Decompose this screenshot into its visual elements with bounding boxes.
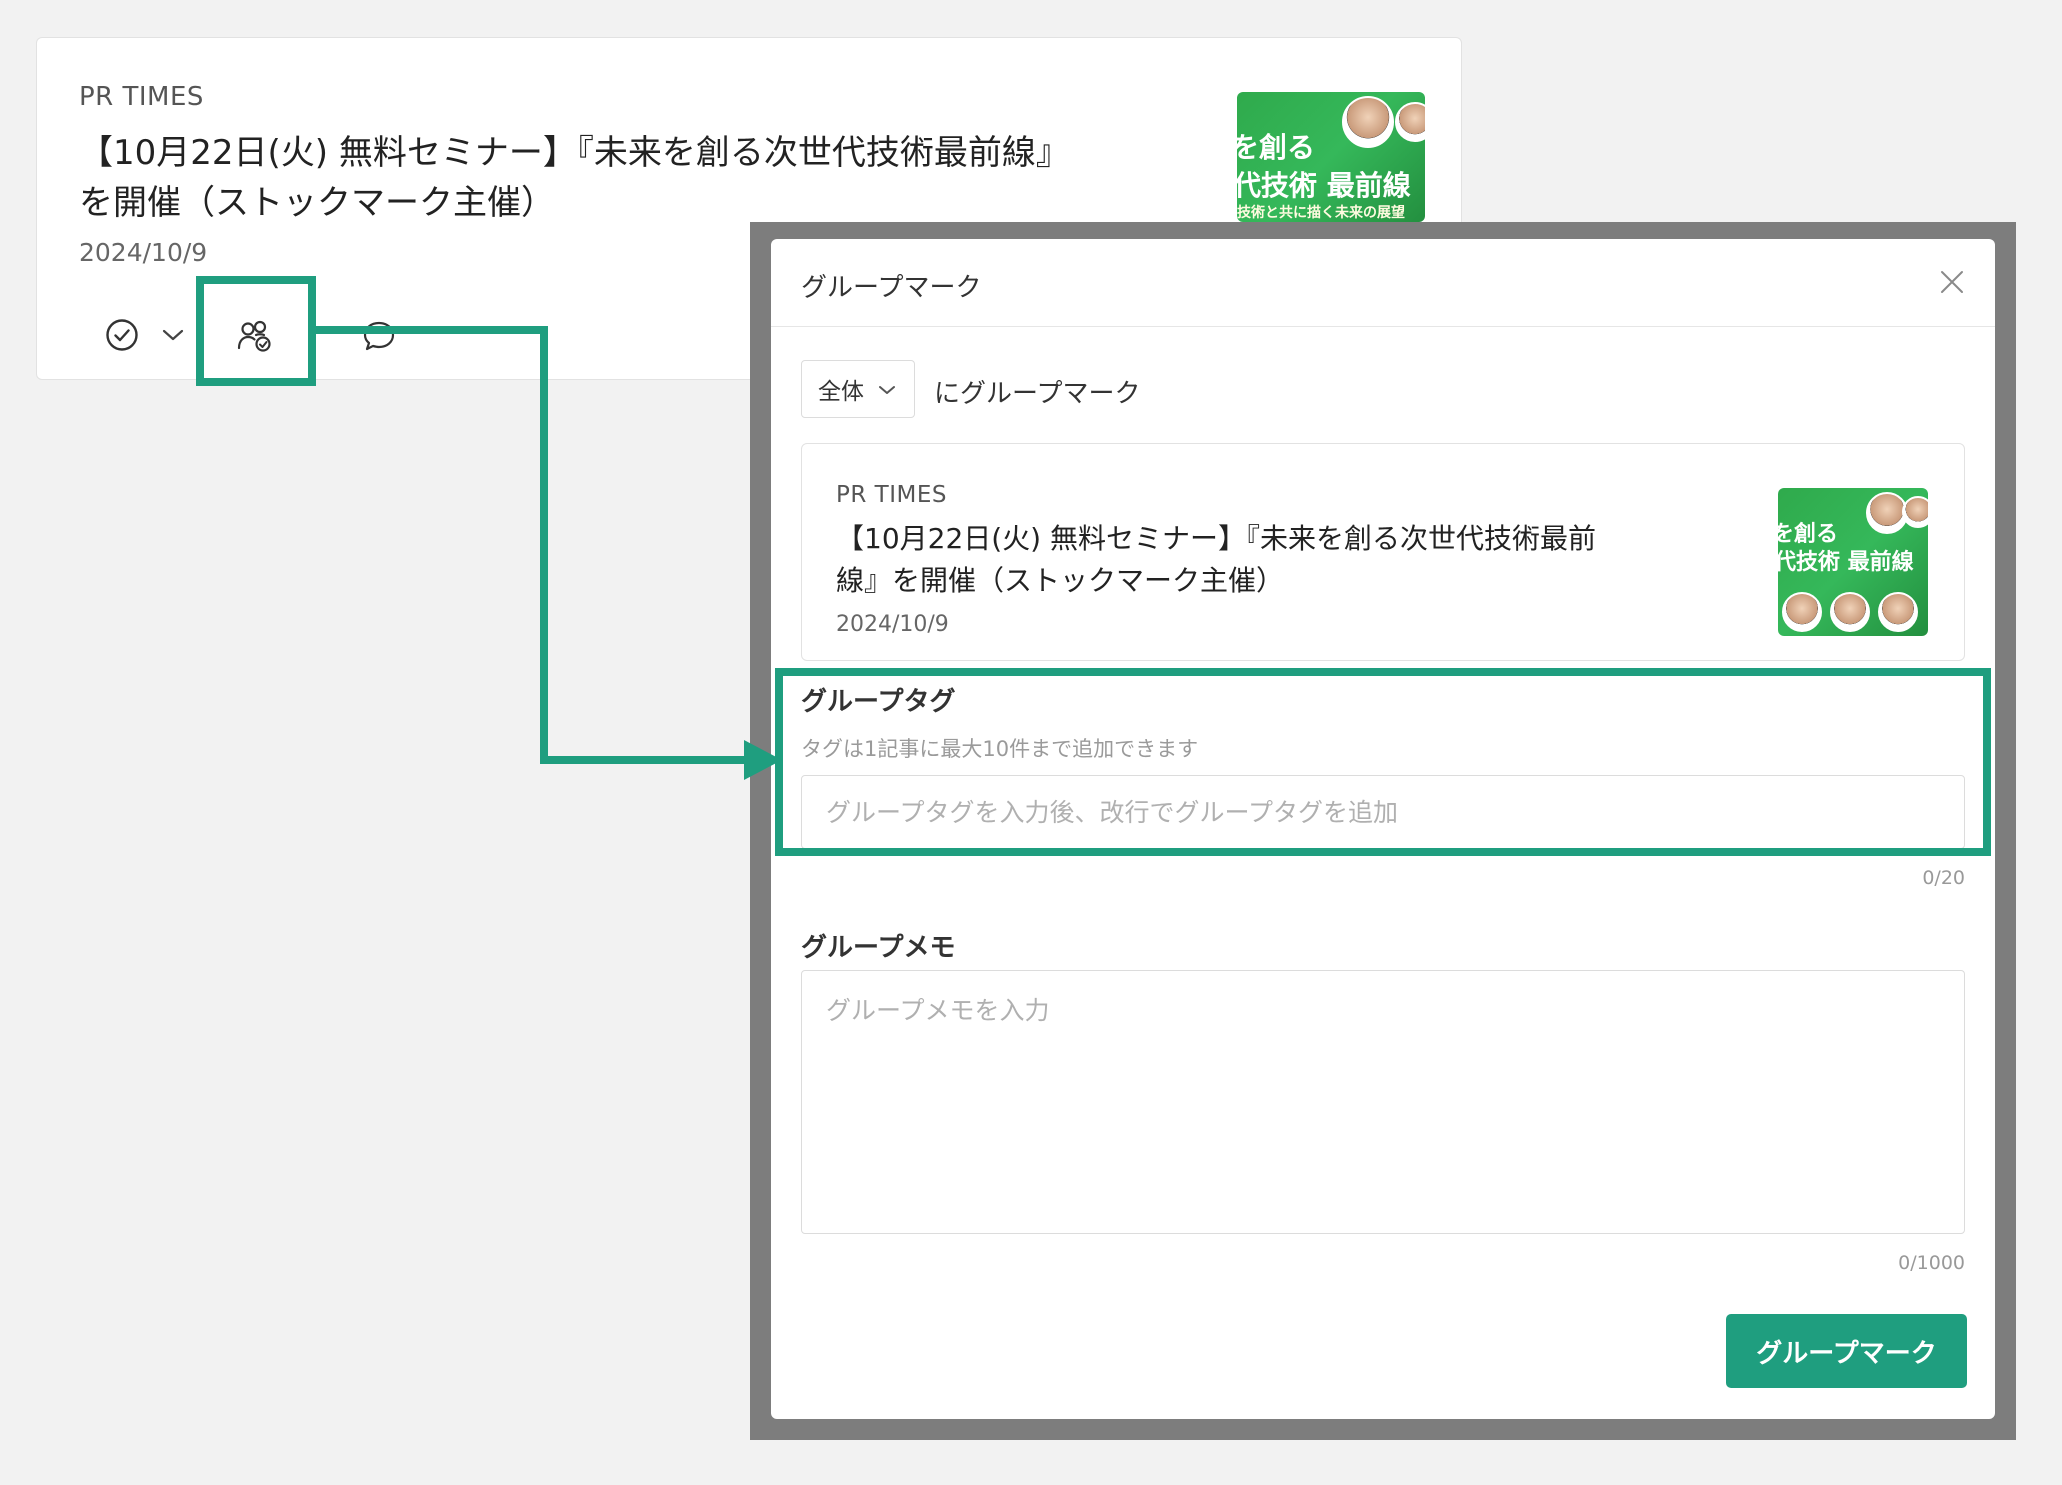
connector-arrow xyxy=(316,326,782,780)
